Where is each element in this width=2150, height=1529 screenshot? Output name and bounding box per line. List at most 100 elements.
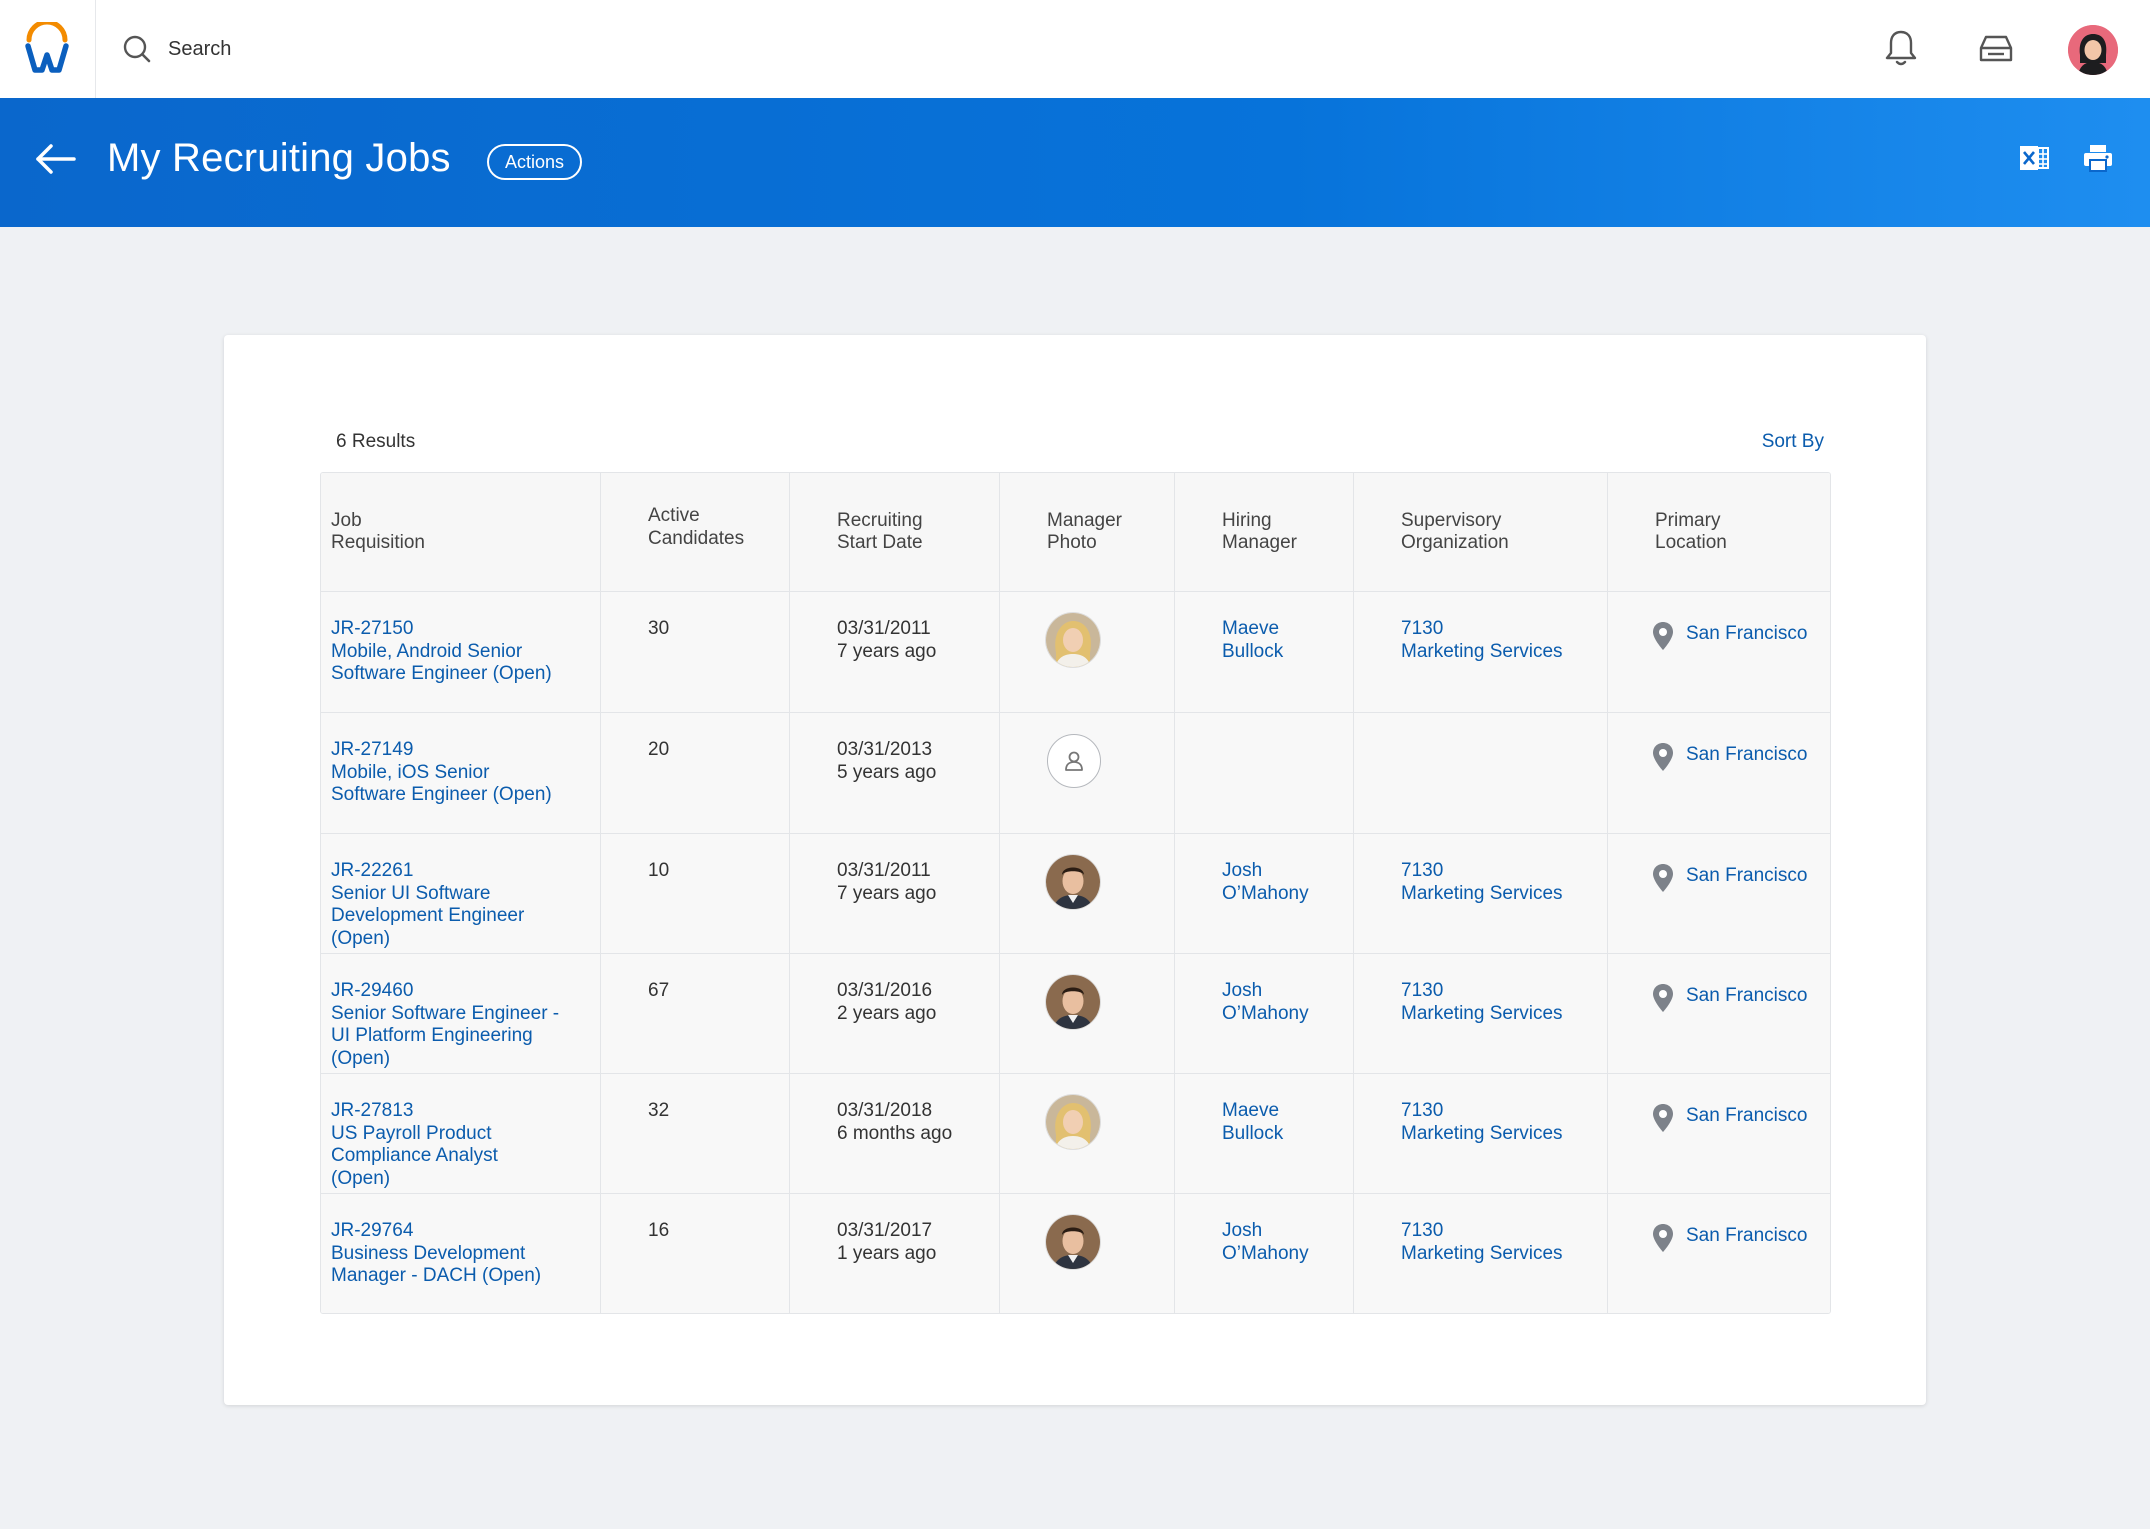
manager-photo-cell: [999, 713, 1174, 833]
org-name-link[interactable]: Marketing Services: [1401, 641, 1607, 664]
actions-button[interactable]: Actions: [487, 144, 583, 180]
results-card: 6 Results Sort By Job Requisition Active…: [224, 335, 1926, 1405]
start-date-value: 03/31/2013: [837, 739, 933, 760]
excel-export-icon[interactable]: [2018, 142, 2050, 174]
manager-photo[interactable]: [1046, 1095, 1100, 1149]
requisition-id-link[interactable]: JR-27149: [331, 739, 600, 762]
org-code-link[interactable]: 7130: [1401, 860, 1607, 883]
job-requisition-cell: JR-27150 Mobile, Android Senior Software …: [321, 592, 600, 712]
hiring-manager-cell: Maeve Bullock: [1174, 592, 1353, 712]
hiring-manager-link[interactable]: Maeve Bullock: [1222, 618, 1353, 663]
requisition-id-link[interactable]: JR-27150: [331, 618, 600, 641]
search-icon: [123, 35, 151, 63]
location-link-group[interactable]: San Francisco: [1652, 980, 1830, 1013]
org-name-link[interactable]: Marketing Services: [1401, 1123, 1607, 1146]
requisition-title-link[interactable]: Business Development Manager - DACH (Ope…: [331, 1243, 600, 1288]
supervisory-organization-cell: [1353, 713, 1607, 833]
requisition-title-link[interactable]: US Payroll Product Compliance Analyst (O…: [331, 1123, 600, 1191]
org-name-link[interactable]: Marketing Services: [1401, 1243, 1607, 1266]
recruiting-start-date-cell: 03/31/2017 1 years ago: [789, 1194, 999, 1313]
hiring-manager-link[interactable]: Josh O’Mahony: [1222, 860, 1353, 905]
org-code-link[interactable]: 7130: [1401, 980, 1607, 1003]
location-link[interactable]: San Francisco: [1686, 1103, 1807, 1128]
location-link-group[interactable]: San Francisco: [1652, 739, 1830, 772]
manager-photo-cell: [999, 834, 1174, 953]
search-bar[interactable]: Search: [122, 28, 231, 70]
start-date-value: 03/31/2016: [837, 980, 933, 1001]
inbox-icon[interactable]: [1978, 34, 2014, 64]
location-link[interactable]: San Francisco: [1686, 621, 1807, 646]
manager-photo-cell: [999, 1074, 1174, 1193]
location-pin-icon: [1653, 984, 1673, 1012]
manager-photo[interactable]: [1046, 613, 1100, 667]
start-date-value: 03/31/2011: [837, 860, 931, 881]
hiring-manager-link[interactable]: Josh O’Mahony: [1222, 980, 1353, 1025]
sort-by-button[interactable]: Sort By: [1762, 431, 1824, 453]
column-header-active-candidates[interactable]: Active Candidates: [600, 473, 789, 591]
column-header-recruiting-start-date[interactable]: Recruiting Start Date: [789, 473, 999, 591]
location-link-group[interactable]: San Francisco: [1652, 618, 1830, 651]
hiring-manager-link[interactable]: Maeve Bullock: [1222, 1100, 1353, 1145]
org-code-link[interactable]: 7130: [1401, 618, 1607, 641]
start-date-relative: 7 years ago: [837, 640, 937, 662]
requisition-id-link[interactable]: JR-29764: [331, 1220, 600, 1243]
manager-photo[interactable]: [1046, 1215, 1100, 1269]
requisition-title-link[interactable]: Senior Software Engineer - UI Platform E…: [331, 1003, 600, 1071]
requisition-title-link[interactable]: Mobile, iOS Senior Software Engineer (Op…: [331, 762, 600, 807]
hiring-manager-link[interactable]: Josh O’Mahony: [1222, 1220, 1353, 1265]
active-candidates-value: 20: [648, 739, 670, 760]
location-pin-icon: [1653, 1104, 1673, 1132]
active-candidates-value: 16: [648, 1220, 670, 1241]
requisition-title-link[interactable]: Senior UI Software Development Engineer …: [331, 883, 600, 951]
location-link[interactable]: San Francisco: [1686, 742, 1807, 767]
supervisory-organization-cell: 7130 Marketing Services: [1353, 592, 1607, 712]
requisition-id-link[interactable]: JR-27813: [331, 1100, 600, 1123]
job-requisition-cell: JR-27149 Mobile, iOS Senior Software Engi…: [321, 713, 600, 833]
hiring-manager-cell: Josh O’Mahony: [1174, 834, 1353, 953]
recruiting-start-date-cell: 03/31/2018 6 months ago: [789, 1074, 999, 1193]
location-pin-icon: [1653, 864, 1673, 892]
recruiting-jobs-table: Job Requisition Active Candidates Recrui…: [320, 472, 1831, 1314]
column-header-hiring-manager[interactable]: Hiring Manager: [1174, 473, 1353, 591]
primary-location-cell: San Francisco: [1607, 954, 1830, 1073]
recruiting-start-date-cell: 03/31/2016 2 years ago: [789, 954, 999, 1073]
print-icon[interactable]: [2082, 142, 2114, 174]
org-name-link[interactable]: Marketing Services: [1401, 1003, 1607, 1026]
column-header-manager-photo[interactable]: Manager Photo: [999, 473, 1174, 591]
supervisory-organization-cell: 7130 Marketing Services: [1353, 834, 1607, 953]
back-arrow-icon[interactable]: [34, 143, 76, 175]
column-header-primary-location[interactable]: Primary Location: [1607, 473, 1830, 591]
requisition-id-link[interactable]: JR-22261: [331, 860, 600, 883]
logo-container: [0, 0, 96, 98]
manager-photo[interactable]: [1046, 855, 1100, 909]
location-link-group[interactable]: San Francisco: [1652, 1220, 1830, 1253]
manager-photo[interactable]: [1046, 975, 1100, 1029]
org-code-link[interactable]: 7130: [1401, 1220, 1607, 1243]
location-link[interactable]: San Francisco: [1686, 983, 1807, 1008]
recruiting-start-date-cell: 03/31/2011 7 years ago: [789, 834, 999, 953]
location-link[interactable]: San Francisco: [1686, 863, 1807, 888]
org-name-link[interactable]: Marketing Services: [1401, 883, 1607, 906]
recruiting-start-date-cell: 03/31/2011 7 years ago: [789, 592, 999, 712]
org-code-link[interactable]: 7130: [1401, 1100, 1607, 1123]
active-candidates-cell: 67: [600, 954, 789, 1073]
table-row: JR-27150 Mobile, Android Senior Software …: [321, 591, 1830, 712]
supervisory-organization-cell: 7130 Marketing Services: [1353, 1194, 1607, 1313]
location-link-group[interactable]: San Francisco: [1652, 1100, 1830, 1133]
column-header-job-requisition[interactable]: Job Requisition: [321, 473, 600, 591]
table-row: JR-29460 Senior Software Engineer - UI Pl…: [321, 953, 1830, 1073]
requisition-id-link[interactable]: JR-29460: [331, 980, 600, 1003]
manager-photo-placeholder[interactable]: [1047, 734, 1101, 788]
column-header-supervisory-organization[interactable]: Supervisory Organization: [1353, 473, 1607, 591]
requisition-title-link[interactable]: Mobile, Android Senior Software Engineer…: [331, 641, 600, 686]
supervisory-organization-cell: 7130 Marketing Services: [1353, 954, 1607, 1073]
table-row: JR-27149 Mobile, iOS Senior Software Engi…: [321, 712, 1830, 833]
bell-icon[interactable]: [1884, 28, 1918, 68]
location-link[interactable]: San Francisco: [1686, 1223, 1807, 1248]
workday-logo-icon[interactable]: [24, 22, 70, 74]
primary-location-cell: San Francisco: [1607, 592, 1830, 712]
job-requisition-cell: JR-29764 Business Development Manager - D…: [321, 1194, 600, 1313]
user-avatar[interactable]: [2068, 25, 2118, 75]
location-link-group[interactable]: San Francisco: [1652, 860, 1830, 893]
start-date-relative: 6 months ago: [837, 1122, 953, 1144]
